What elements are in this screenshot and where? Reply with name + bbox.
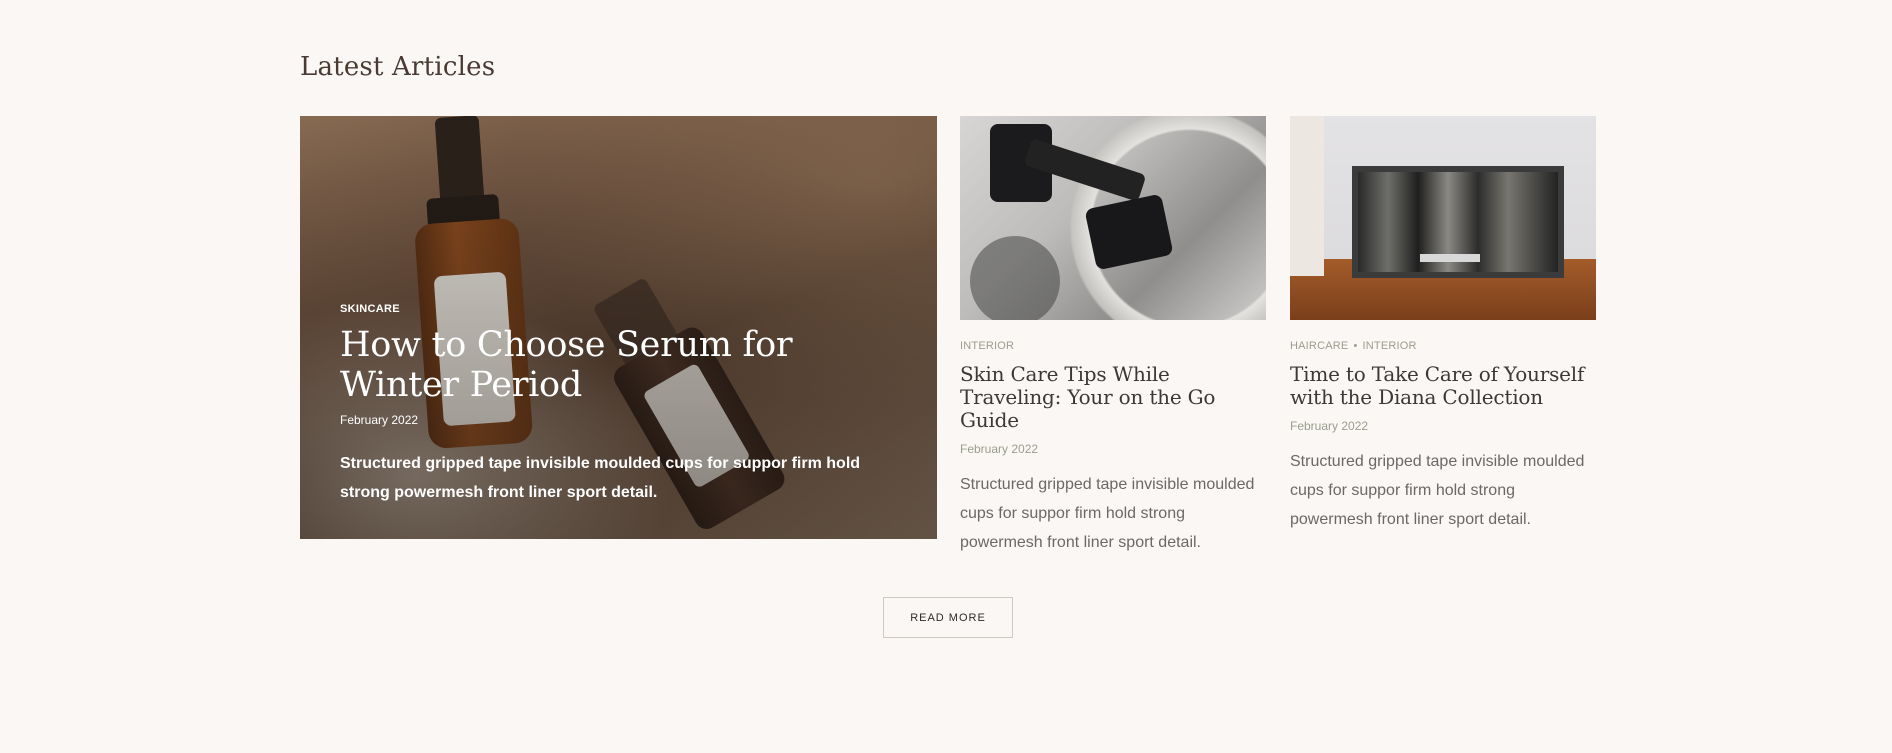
- article-title-link[interactable]: Time to Take Care of Yourself with the D…: [1290, 363, 1596, 409]
- category-link[interactable]: HAIRCARE: [1290, 340, 1348, 352]
- article-card: HAIRCARE • INTERIOR Time to Take Care of Y…: [1290, 116, 1596, 534]
- read-more-button[interactable]: READ MORE: [883, 597, 1013, 638]
- article-thumbnail[interactable]: [960, 116, 1266, 320]
- article-categories: HAIRCARE • INTERIOR: [1290, 340, 1596, 352]
- article-title-link[interactable]: Skin Care Tips While Traveling: Your on …: [960, 363, 1266, 432]
- article-excerpt: Structured gripped tape invisible moulde…: [960, 476, 1255, 551]
- category-link[interactable]: INTERIOR: [1363, 340, 1417, 352]
- section-title: Latest Articles: [300, 52, 496, 82]
- article-date: February 2022: [1290, 419, 1369, 433]
- featured-date: February 2022: [340, 413, 419, 427]
- article-excerpt: Structured gripped tape invisible moulde…: [1290, 453, 1585, 528]
- featured-title-link[interactable]: How to Choose Serum for Winter Period: [340, 325, 900, 405]
- featured-article[interactable]: SKINCARE How to Choose Serum for Winter …: [300, 116, 937, 539]
- featured-excerpt: Structured gripped tape invisible moulde…: [340, 455, 861, 501]
- article-thumbnail[interactable]: [1290, 116, 1596, 320]
- article-categories: INTERIOR: [960, 340, 1266, 352]
- article-card: INTERIOR Skin Care Tips While Traveling:…: [960, 116, 1266, 557]
- category-separator: •: [1353, 340, 1358, 352]
- category-link[interactable]: INTERIOR: [960, 340, 1014, 352]
- featured-category-link[interactable]: SKINCARE: [340, 303, 900, 315]
- article-date: February 2022: [960, 442, 1039, 456]
